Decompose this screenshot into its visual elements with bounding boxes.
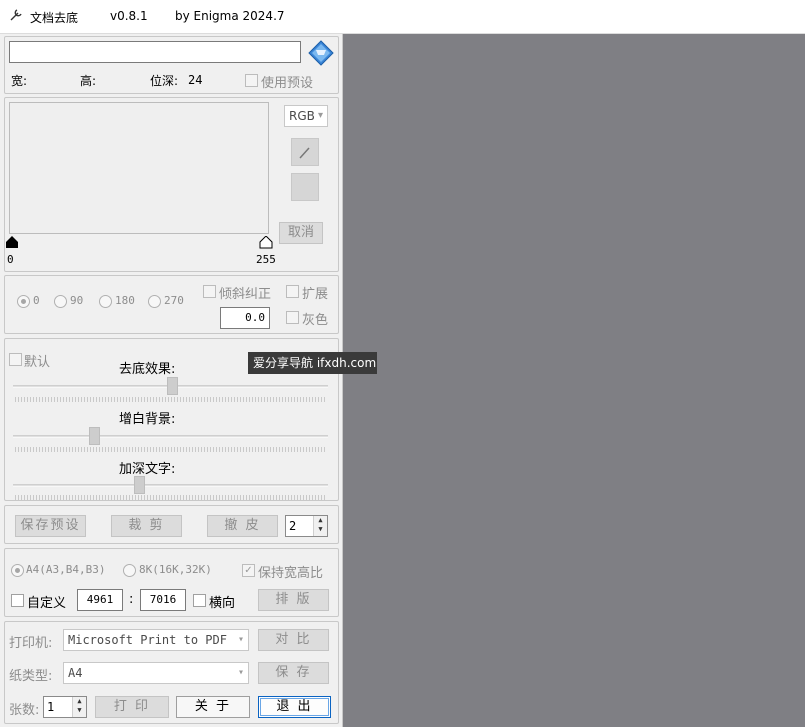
- chevron-down-icon: ▾: [317, 110, 323, 121]
- paper-type-label: 纸类型:: [9, 669, 53, 684]
- landscape-checkbox[interactable]: [193, 594, 206, 607]
- title-bar: 文档去底 v0.8.1 by Enigma 2024.7: [0, 0, 805, 34]
- deskew-checkbox[interactable]: [203, 285, 216, 298]
- app-icon: [9, 8, 23, 25]
- black-point-value: 0: [7, 253, 14, 266]
- open-file-icon[interactable]: [307, 39, 335, 67]
- actions-group: 保存预设 裁 剪 撤 皮 2 ▲ ▼: [4, 505, 339, 544]
- remove-bg-slider[interactable]: [167, 377, 178, 395]
- printer-select[interactable]: Microsoft Print to PDF ▾: [63, 629, 249, 651]
- rotate-0-label: 0: [33, 294, 40, 307]
- paper-size-group: A4(A3,B4,B3) 8K(16K,32K) ✓ 保持宽高比 自定义 496…: [4, 548, 339, 617]
- expand-label: 扩展: [302, 287, 329, 302]
- darken-text-ticks: [15, 495, 326, 500]
- width-label: 宽:: [11, 74, 28, 88]
- darken-text-slider-track: [13, 484, 328, 487]
- layout-button[interactable]: 排 版: [258, 589, 329, 611]
- depth-label: 位深:: [150, 74, 179, 88]
- 8k-radio[interactable]: [123, 564, 136, 577]
- rotate-180-radio[interactable]: [99, 295, 112, 308]
- restore-button[interactable]: 撤 皮: [207, 515, 278, 537]
- print-group: 打印机: Microsoft Print to PDF ▾ 对 比 纸类型: A…: [4, 621, 339, 724]
- white-point-handle[interactable]: [259, 235, 273, 252]
- a4-label: A4(A3,B4,B3): [26, 563, 106, 576]
- rotate-270-label: 270: [164, 294, 184, 307]
- watermark-banner: 爱分享导航 ifxdh.com: [248, 352, 377, 374]
- paper-type-value: A4: [68, 666, 83, 680]
- default-label: 默认: [24, 355, 51, 370]
- keep-ratio-label: 保持宽高比: [258, 566, 324, 581]
- save-button[interactable]: 保 存: [258, 662, 329, 684]
- default-checkbox[interactable]: [9, 353, 22, 366]
- rotate-270-radio[interactable]: [148, 295, 161, 308]
- rotate-0-radio[interactable]: [17, 295, 30, 308]
- color-swatch[interactable]: [291, 173, 319, 201]
- count-stepper[interactable]: 2 ▲ ▼: [285, 515, 328, 537]
- image-canvas[interactable]: [343, 34, 805, 727]
- use-preset-checkbox[interactable]: [245, 74, 258, 87]
- printer-value: Microsoft Print to PDF: [68, 633, 227, 647]
- rotate-90-radio[interactable]: [54, 295, 67, 308]
- rotate-90-label: 90: [70, 294, 84, 307]
- rotate-180-label: 180: [115, 294, 135, 307]
- compare-button[interactable]: 对 比: [258, 629, 329, 651]
- printer-label: 打印机:: [9, 636, 53, 651]
- expand-checkbox[interactable]: [286, 285, 299, 298]
- copies-value: 1: [47, 700, 55, 714]
- darken-text-slider[interactable]: [134, 476, 145, 494]
- use-preset-label: 使用预设: [261, 76, 314, 91]
- save-preset-button[interactable]: 保存预设: [15, 515, 86, 537]
- remove-bg-label: 去底效果:: [119, 362, 176, 377]
- count-value: 2: [289, 519, 297, 533]
- stepper-arrows-icon[interactable]: ▲ ▼: [313, 516, 327, 536]
- black-point-handle[interactable]: [5, 236, 19, 252]
- white-point-value: 255: [256, 253, 276, 266]
- color-mode-value: RGB: [289, 109, 315, 123]
- height-label: 高:: [80, 74, 97, 88]
- custom-width-input[interactable]: 4961: [77, 589, 123, 611]
- crop-button[interactable]: 裁 剪: [111, 515, 182, 537]
- copies-stepper[interactable]: 1 ▲ ▼: [43, 696, 87, 718]
- gray-label: 灰色: [302, 313, 329, 328]
- darken-text-label: 加深文字:: [119, 462, 176, 477]
- a4-radio[interactable]: [11, 564, 24, 577]
- control-panel: 宽: 高: 位深: 24 使用预设 RGB ▾ 取消 0 255 0 90 18…: [0, 34, 343, 727]
- histogram-group: RGB ▾ 取消 0 255: [4, 97, 339, 272]
- gray-checkbox[interactable]: [286, 311, 299, 324]
- 8k-label: 8K(16K,32K): [139, 563, 212, 576]
- copies-label: 张数:: [9, 703, 40, 718]
- app-title: 文档去底: [30, 11, 79, 25]
- paper-type-select[interactable]: A4 ▾: [63, 662, 249, 684]
- stepper-arrows-icon[interactable]: ▲ ▼: [72, 697, 86, 717]
- whiten-bg-ticks: [15, 447, 326, 452]
- file-group: 宽: 高: 位深: 24 使用预设: [4, 36, 339, 94]
- custom-height-input[interactable]: 7016: [140, 589, 186, 611]
- custom-checkbox[interactable]: [11, 594, 24, 607]
- whiten-bg-label: 增白背景:: [119, 412, 176, 427]
- landscape-label: 横向: [209, 596, 236, 611]
- whiten-bg-slider[interactable]: [89, 427, 100, 445]
- eyedropper-icon: [299, 147, 310, 159]
- remove-bg-ticks: [15, 397, 326, 402]
- cancel-button[interactable]: 取消: [279, 222, 323, 244]
- app-version: v0.8.1: [110, 9, 148, 23]
- rotation-group: 0 90 180 270 倾斜纠正 扩展 0.0 灰色: [4, 275, 339, 334]
- deskew-label: 倾斜纠正: [219, 287, 272, 302]
- chevron-down-icon: ▾: [237, 667, 244, 678]
- print-button[interactable]: 打 印: [95, 696, 169, 718]
- whiten-bg-slider-track: [13, 435, 328, 438]
- angle-input[interactable]: 0.0: [220, 307, 270, 329]
- histogram-view: [9, 102, 269, 234]
- exit-button[interactable]: 退 出: [258, 696, 331, 718]
- file-path-input[interactable]: [9, 41, 301, 63]
- eyedropper-button[interactable]: [291, 138, 319, 166]
- about-button[interactable]: 关 于: [176, 696, 250, 718]
- app-author: by Enigma 2024.7: [175, 9, 285, 23]
- custom-label: 自定义: [27, 596, 67, 611]
- chevron-down-icon: ▾: [237, 634, 244, 645]
- color-mode-select[interactable]: RGB ▾: [284, 105, 328, 127]
- depth-value: 24: [188, 73, 203, 87]
- keep-ratio-checkbox[interactable]: ✓: [242, 564, 255, 577]
- size-separator: :: [129, 592, 134, 607]
